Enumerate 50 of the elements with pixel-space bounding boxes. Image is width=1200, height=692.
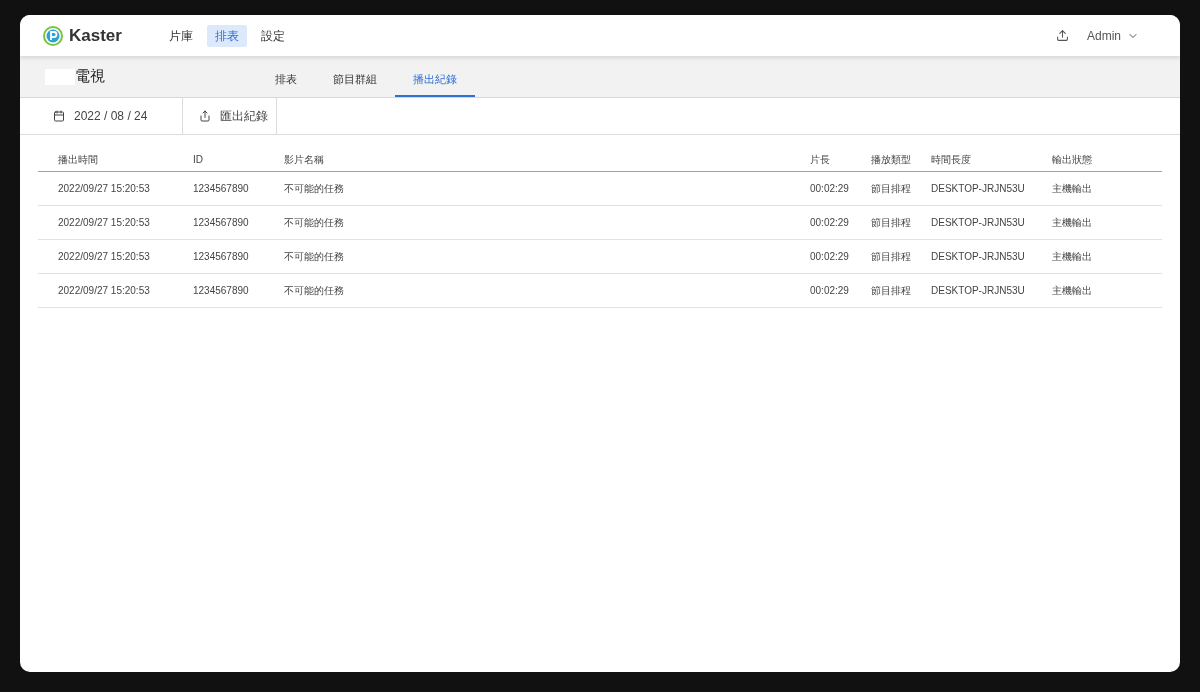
table-cell-text: 00:02:29: [810, 216, 850, 230]
date-picker[interactable]: 2022 / 08 / 24: [20, 98, 183, 134]
table-cell-text: DESKTOP-JRJN53U: [931, 216, 1026, 230]
table-cell-text: 節目排程: [871, 250, 912, 264]
table-cell-text: 節目排程: [871, 216, 912, 230]
table-cell-text: 不可能的任務: [284, 250, 345, 264]
table-cell-text: 節目排程: [871, 284, 912, 298]
table-cell-text: 不可能的任務: [284, 216, 345, 230]
share-icon: [199, 110, 211, 122]
table-cell-text: 不可能的任務: [284, 182, 345, 196]
upload-icon[interactable]: [1056, 29, 1069, 42]
table-cell-text: 主機輸出: [1052, 182, 1093, 196]
column-header: 時間長度: [931, 153, 972, 167]
table-cell-text: 00:02:29: [810, 284, 850, 298]
table-cell-text: DESKTOP-JRJN53U: [931, 250, 1026, 264]
calendar-icon: [53, 110, 65, 122]
section-tab[interactable]: 節目群組: [315, 70, 395, 97]
export-button[interactable]: 匯出紀錄: [183, 98, 277, 134]
column-header: 片長: [810, 153, 831, 167]
table-cell-text: 不可能的任務: [284, 284, 345, 298]
column-header: 輸出狀態: [1052, 153, 1093, 167]
table-cell-text: 主機輸出: [1052, 284, 1093, 298]
section-tab[interactable]: 播出紀錄: [395, 70, 475, 97]
user-menu[interactable]: Admin: [1087, 26, 1139, 45]
nav-tab[interactable]: 片庫: [160, 24, 201, 47]
section-tab[interactable]: 排表: [257, 70, 315, 97]
table-cell-text: DESKTOP-JRJN53U: [931, 182, 1026, 196]
table-cell-text: 節目排程: [871, 182, 912, 196]
nav-tab[interactable]: 設定: [252, 24, 293, 47]
app-name: Kaster: [69, 24, 122, 47]
table-cell-text: 1234567890: [193, 250, 250, 264]
logo-icon: [43, 25, 63, 46]
table-cell-text: 2022/09/27 15:20:53: [58, 216, 151, 230]
table-cell-text: 2022/09/27 15:20:53: [58, 250, 151, 264]
column-header: 播出時間: [58, 153, 99, 167]
table-cell-text: 1234567890: [193, 284, 250, 298]
column-header: ID: [193, 153, 204, 167]
channel-title: 電視: [75, 66, 105, 87]
table-cell-text: 1234567890: [193, 182, 250, 196]
table-cell-text: 2022/09/27 15:20:53: [58, 182, 151, 196]
table-cell-text: 00:02:29: [810, 250, 850, 264]
column-header: 播放類型: [871, 153, 912, 167]
table-cell-text: 2022/09/27 15:20:53: [58, 284, 151, 298]
table-cell-text: 主機輸出: [1052, 250, 1093, 264]
column-header: 影片名稱: [284, 153, 325, 167]
table-cell-text: 00:02:29: [810, 182, 850, 196]
table-cell-text: 主機輸出: [1052, 216, 1093, 230]
table-cell-text: 1234567890: [193, 216, 250, 230]
nav-tab[interactable]: 排表: [206, 24, 247, 47]
table-cell-text: DESKTOP-JRJN53U: [931, 284, 1026, 298]
